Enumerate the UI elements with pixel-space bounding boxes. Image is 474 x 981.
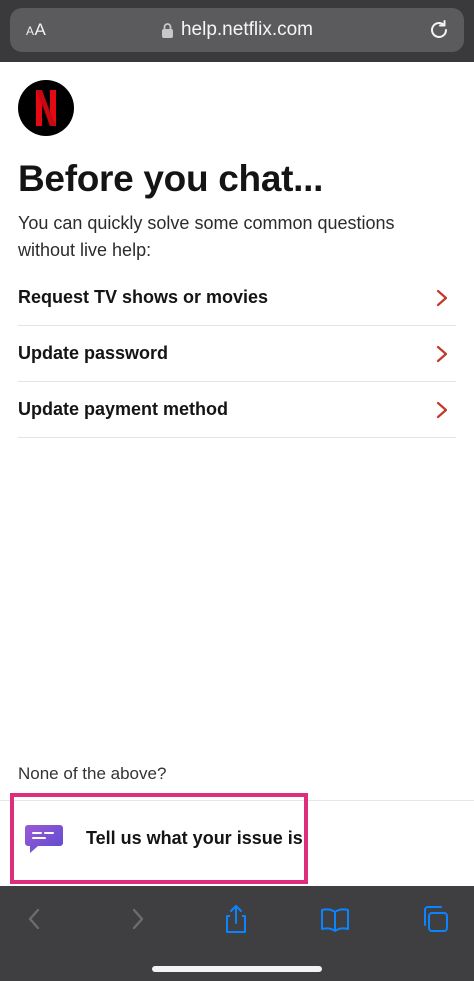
none-of-above-text: None of the above? — [18, 764, 167, 783]
address-bar[interactable]: AA help.netflix.com — [10, 8, 464, 52]
list-item-label: Request TV shows or movies — [18, 287, 269, 307]
chevron-right-icon — [436, 345, 448, 362]
netflix-logo[interactable] — [18, 80, 74, 136]
list-item-label: Update password — [18, 343, 169, 363]
back-icon[interactable] — [20, 904, 50, 934]
bookmarks-icon[interactable] — [320, 904, 350, 934]
reload-icon[interactable] — [428, 19, 450, 41]
tabs-icon[interactable] — [420, 904, 450, 934]
screen: AA help.netflix.com Before you chat... Y — [0, 0, 474, 981]
quick-help-list: Request TV shows or movies Update passwo… — [18, 270, 456, 438]
quick-help-item-update-password[interactable]: Update password — [18, 326, 456, 382]
chevron-right-icon — [436, 401, 448, 418]
url-display[interactable]: help.netflix.com — [161, 19, 313, 41]
forward-icon[interactable] — [122, 904, 152, 934]
reader-mode-button[interactable]: AA — [26, 20, 46, 40]
share-icon[interactable] — [221, 904, 251, 934]
page-content: Before you chat... You can quickly solve… — [0, 62, 474, 886]
home-indicator[interactable] — [152, 966, 322, 972]
list-item-label: Update payment method — [18, 399, 229, 419]
quick-help-item-update-payment[interactable]: Update payment method — [18, 382, 456, 438]
netflix-n-icon — [36, 90, 56, 126]
url-text: help.netflix.com — [180, 19, 313, 40]
tell-us-issue-label: Tell us what your issue is — [86, 828, 303, 848]
quick-help-item-request-titles[interactable]: Request TV shows or movies — [18, 270, 456, 326]
tell-us-issue-button[interactable]: Tell us what your issue is — [10, 793, 308, 884]
lock-icon — [161, 23, 173, 38]
chat-bubble-icon — [25, 824, 63, 853]
browser-top-bar: AA help.netflix.com — [0, 0, 474, 62]
chevron-right-icon — [436, 289, 448, 306]
page-subtitle: You can quickly solve some common questi… — [18, 213, 395, 260]
page-title: Before you chat... — [18, 158, 324, 199]
